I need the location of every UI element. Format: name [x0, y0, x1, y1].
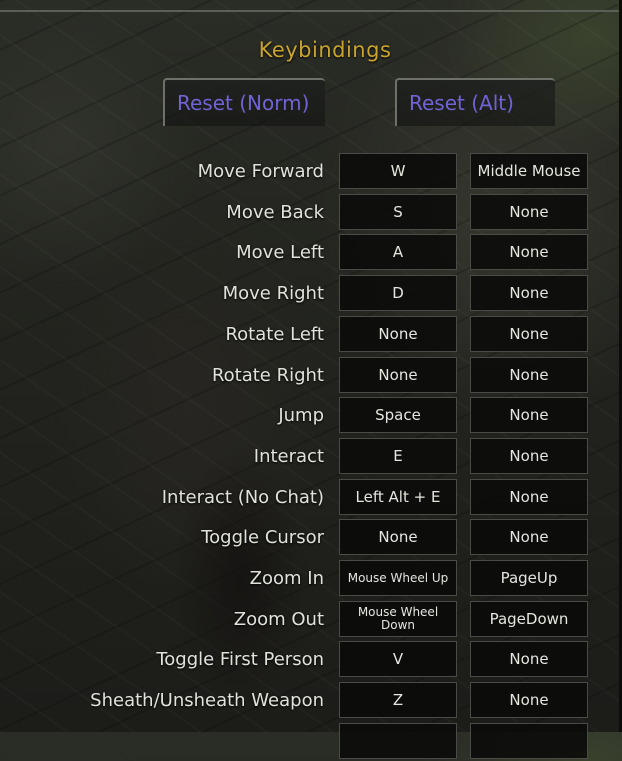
action-label: Move Forward: [197, 161, 324, 182]
primary-key-button[interactable]: Left Alt + E: [339, 479, 457, 515]
primary-key-button[interactable]: Z: [339, 682, 457, 718]
action-label: Sheath/Unsheath Weapon: [90, 690, 324, 711]
primary-key-button[interactable]: None: [339, 357, 457, 393]
primary-key-button[interactable]: A: [339, 234, 457, 270]
binding-row-interact: Interact E None: [0, 438, 622, 476]
alt-key-button[interactable]: None: [470, 194, 588, 230]
alt-key-button[interactable]: None: [470, 357, 588, 393]
primary-key-button[interactable]: None: [339, 519, 457, 555]
binding-row-rotate-right: Rotate Right None None: [0, 357, 622, 395]
action-label: Interact: [253, 446, 324, 467]
alt-key-button[interactable]: [470, 723, 588, 759]
primary-key-button[interactable]: None: [339, 316, 457, 352]
binding-row-zoom-out: Zoom Out Mouse Wheel Down PageDown: [0, 601, 622, 639]
primary-key-button[interactable]: [339, 723, 457, 759]
binding-row-move-back: Move Back S None: [0, 194, 622, 232]
primary-key-button[interactable]: Space: [339, 397, 457, 433]
primary-key-button[interactable]: E: [339, 438, 457, 474]
alt-key-button[interactable]: None: [470, 519, 588, 555]
action-label: Rotate Left: [225, 324, 324, 345]
binding-row-move-right: Move Right D None: [0, 275, 622, 313]
reset-norm-label: Reset (Norm): [177, 91, 310, 115]
action-label: Move Right: [222, 283, 324, 304]
action-label: Move Back: [226, 202, 324, 223]
alt-key-button[interactable]: None: [470, 397, 588, 433]
action-label: Move Left: [236, 242, 324, 263]
action-label: Toggle First Person: [156, 649, 324, 670]
reset-alt-label: Reset (Alt): [409, 91, 514, 115]
alt-key-button[interactable]: PageDown: [470, 601, 588, 637]
reset-norm-button[interactable]: Reset (Norm): [163, 78, 325, 126]
primary-key-button[interactable]: Mouse Wheel Down: [339, 601, 457, 637]
alt-key-button[interactable]: None: [470, 682, 588, 718]
binding-row-move-left: Move Left A None: [0, 234, 622, 272]
alt-key-button[interactable]: PageUp: [470, 560, 588, 596]
primary-key-button[interactable]: S: [339, 194, 457, 230]
binding-row-interact-no-chat: Interact (No Chat) Left Alt + E None: [0, 479, 622, 517]
action-label: Zoom Out: [233, 609, 324, 630]
action-label: Zoom In: [249, 568, 324, 589]
binding-row-toggle-cursor: Toggle Cursor None None: [0, 519, 622, 557]
action-label: Toggle Cursor: [201, 527, 324, 548]
binding-row-rotate-left: Rotate Left None None: [0, 316, 622, 354]
alt-key-button[interactable]: None: [470, 641, 588, 677]
alt-key-button[interactable]: Middle Mouse: [470, 153, 588, 189]
primary-key-button[interactable]: W: [339, 153, 457, 189]
alt-key-button[interactable]: None: [470, 438, 588, 474]
binding-row-jump: Jump Space None: [0, 397, 622, 435]
binding-row-move-forward: Move Forward W Middle Mouse: [0, 153, 622, 191]
alt-key-button[interactable]: None: [470, 275, 588, 311]
top-divider: [0, 10, 622, 12]
binding-row-toggle-first-person: Toggle First Person V None: [0, 641, 622, 679]
binding-row-sheath-weapon: Sheath/Unsheath Weapon Z None: [0, 682, 622, 720]
reset-alt-button[interactable]: Reset (Alt): [395, 78, 555, 126]
primary-key-button[interactable]: V: [339, 641, 457, 677]
alt-key-button[interactable]: None: [470, 479, 588, 515]
alt-key-button[interactable]: None: [470, 234, 588, 270]
action-label: Jump: [278, 405, 324, 426]
binding-row-partial: [0, 723, 622, 761]
page-title: Keybindings: [258, 38, 392, 62]
binding-row-zoom-in: Zoom In Mouse Wheel Up PageUp: [0, 560, 622, 598]
action-label: Rotate Right: [211, 365, 324, 386]
primary-key-button[interactable]: Mouse Wheel Up: [339, 560, 457, 596]
action-label: Interact (No Chat): [161, 487, 324, 508]
primary-key-button[interactable]: D: [339, 275, 457, 311]
alt-key-button[interactable]: None: [470, 316, 588, 352]
